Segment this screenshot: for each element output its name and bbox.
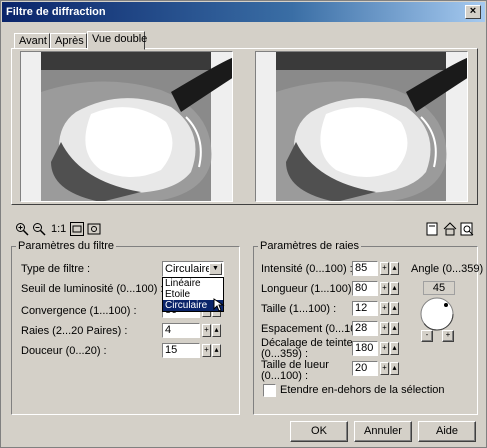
page-icon[interactable] — [425, 222, 439, 236]
tab-avant[interactable]: Avant — [14, 33, 50, 49]
preview-after[interactable] — [255, 51, 468, 202]
hue-offset-input[interactable]: 180 — [352, 341, 378, 356]
angle-decrement-button[interactable]: - — [421, 330, 433, 342]
close-icon: × — [469, 5, 477, 17]
preview-before[interactable] — [20, 51, 233, 202]
cursor-icon — [213, 298, 225, 312]
filter-params-legend: Paramètres du filtre — [18, 240, 114, 252]
dialog-window: Filtre de diffraction × Avant Après Vue … — [0, 0, 487, 448]
extend-selection-label: Etendre en-dehors de la sélection — [280, 384, 445, 396]
zoom-out-icon[interactable] — [32, 222, 46, 236]
chevron-down-icon[interactable]: ▼ — [209, 263, 222, 275]
ray-params-legend: Paramètres de raies — [260, 240, 360, 252]
length-label: Longueur (1...100) : — [261, 283, 358, 295]
angle-value: 45 — [423, 281, 455, 295]
zoom-in-icon[interactable] — [15, 222, 29, 236]
softness-input[interactable]: 15 — [162, 343, 200, 358]
window-title: Filtre de diffraction — [6, 6, 106, 18]
luminosity-label: Seuil de luminosité (0...100) : — [21, 283, 164, 295]
softness-label: Douceur (0...20) : — [21, 345, 107, 357]
angle-dial[interactable] — [419, 296, 455, 332]
angle-label: Angle (0...359) : — [411, 263, 487, 275]
fit-window-icon[interactable] — [70, 222, 84, 236]
filter-type-option-lineaire[interactable]: Linéaire — [163, 278, 223, 289]
extend-selection-checkbox[interactable] — [263, 384, 276, 397]
close-button[interactable]: × — [465, 5, 481, 19]
spacing-label: Espacement (0...100) — [261, 323, 367, 335]
tab-apres[interactable]: Après — [50, 33, 87, 49]
intensity-input[interactable]: 85 — [352, 261, 378, 276]
filter-type-label: Type de filtre : — [21, 263, 91, 275]
help-button[interactable]: Aide — [418, 421, 476, 442]
intensity-label: Intensité (0...100) : — [261, 263, 353, 275]
angle-increment-button[interactable]: + — [442, 330, 454, 342]
rays-label: Raies (2...20 Paires) : — [21, 325, 128, 337]
view-toolbar — [425, 222, 477, 238]
spoon-image-after — [256, 52, 467, 201]
ok-button[interactable]: OK — [290, 421, 348, 442]
hue-offset-spinner[interactable]: + ▴ — [380, 341, 399, 356]
filter-type-select[interactable]: Circulaire ▼ — [162, 261, 224, 277]
spacing-spinner[interactable]: + ▴ — [380, 321, 399, 336]
cancel-button[interactable]: Annuler — [354, 421, 412, 442]
size-label: Taille (1...100) : — [261, 303, 337, 315]
intensity-spinner[interactable]: + ▴ — [380, 261, 399, 276]
zoom-page-icon[interactable] — [460, 222, 474, 236]
tab-vue-double[interactable]: Vue double — [87, 31, 147, 50]
length-spinner[interactable]: + ▴ — [380, 281, 399, 296]
title-bar: Filtre de diffraction × — [2, 2, 485, 22]
rays-spinner[interactable]: + ▴ — [202, 323, 221, 338]
size-spinner[interactable]: + ▴ — [380, 301, 399, 316]
zoom-toolbar: 1:1 — [15, 222, 105, 238]
glow-size-label: Taille de lueur (0...100) : — [261, 359, 329, 382]
rays-input[interactable]: 4 — [162, 323, 200, 338]
spoon-image-before — [21, 52, 232, 201]
glow-size-spinner[interactable]: + ▴ — [380, 361, 399, 376]
glow-size-input[interactable]: 20 — [352, 361, 378, 376]
length-input[interactable]: 80 — [352, 281, 378, 296]
spacing-input[interactable]: 28 — [352, 321, 378, 336]
softness-spinner[interactable]: + ▴ — [202, 343, 221, 358]
zoom-reset-button[interactable]: 1:1 — [51, 222, 67, 236]
preview-toggle-icon[interactable] — [87, 222, 101, 236]
hue-offset-label: Décalage de teinte (0...359) : — [261, 337, 353, 360]
size-input[interactable]: 12 — [352, 301, 378, 316]
convergence-label: Convergence (1...100) : — [21, 305, 137, 317]
home-icon[interactable] — [443, 222, 457, 236]
